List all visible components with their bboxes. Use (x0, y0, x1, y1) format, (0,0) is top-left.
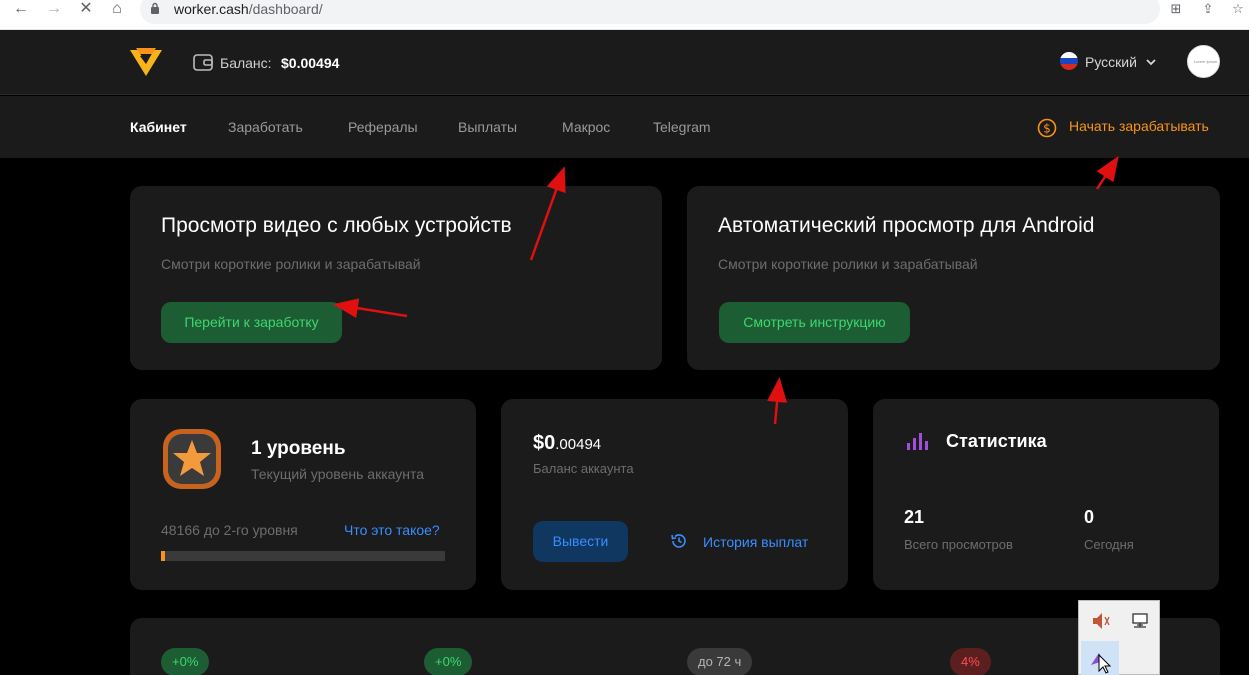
withdraw-button[interactable]: Вывести (533, 521, 628, 562)
bonus-pill-3: до 72 ч (687, 648, 753, 675)
statistics-title: Статистика (946, 431, 1047, 451)
video-watch-card: Просмотр видео с любых устройств Смотри … (130, 186, 662, 370)
start-earning-link[interactable]: Начать зарабатывать (1069, 118, 1209, 134)
level-title: 1 уровень (251, 438, 346, 459)
home-icon[interactable]: ⌂ (108, 0, 126, 18)
browser-chrome: ← → ✕ ⌂ worker.cash/dashboard/ ⊞ ⇪ ☆ (0, 0, 1249, 30)
payout-history-link[interactable]: История выплат (703, 534, 808, 550)
bonus-pill-2: +0% (424, 648, 473, 675)
today-views-value: 0 (1084, 507, 1095, 527)
today-views-label: Сегодня (1084, 537, 1134, 552)
url-text[interactable]: worker.cash/dashboard/ (174, 1, 323, 17)
bookmark-icon[interactable]: ☆ (1229, 0, 1247, 18)
nav-item-referrals[interactable]: Рефералы (348, 119, 418, 135)
nav-item-payouts[interactable]: Выплаты (458, 119, 517, 135)
android-auto-card: Автоматический просмотр для Android Смот… (687, 186, 1220, 370)
speaker-icon[interactable] (1081, 604, 1119, 638)
account-balance-amount: $0.00494 (533, 432, 602, 454)
bonus-card: +0% +0% до 72 ч 4% (130, 618, 1220, 675)
bar-chart-icon (907, 433, 928, 450)
history-icon[interactable] (670, 532, 688, 550)
avatar[interactable]: Lorem Ipsum (1187, 45, 1220, 78)
level-progress-bar (161, 551, 445, 561)
system-tray-popup (1078, 600, 1160, 675)
nav-item-cabinet[interactable]: Кабинет (130, 119, 187, 135)
nav-item-macros[interactable]: Макрос (562, 119, 610, 135)
russia-flag-icon[interactable] (1060, 52, 1078, 70)
dollar-coin-icon[interactable]: $ (1037, 118, 1057, 138)
total-views-label: Всего просмотров (904, 537, 1013, 552)
nav-item-earn[interactable]: Заработать (228, 119, 303, 135)
balance-card: $0.00494 Баланс аккаунта Вывести История… (501, 399, 848, 590)
language-selector[interactable]: Русский (1085, 54, 1137, 70)
level-progress-fill (161, 551, 166, 561)
level-progress-label: 48166 до 2-го уровня (161, 522, 298, 538)
bonus-pill-1: +0% (161, 648, 210, 675)
app-tray-icon[interactable] (1081, 641, 1119, 675)
balance-value: $0.00494 (281, 55, 340, 71)
bonus-pill-4: 4% (950, 648, 991, 675)
site-header: Баланс: $0.00494 Русский Lorem Ipsum (0, 30, 1249, 95)
arrow-to-start-earning (1095, 155, 1119, 190)
account-balance-label: Баланс аккаунта (533, 461, 634, 476)
network-icon[interactable] (1121, 604, 1159, 638)
chevron-down-icon[interactable] (1145, 56, 1157, 68)
total-views-value: 21 (904, 507, 925, 527)
main-navigation: Кабинет Заработать Рефералы Выплаты Макр… (0, 96, 1249, 158)
statistics-card: Статистика 21 Всего просмотров 0 Сегодня (873, 399, 1219, 590)
go-to-earning-button[interactable]: Перейти к заработку (161, 302, 342, 343)
lock-icon (151, 2, 159, 14)
avatar-caption: Lorem Ipsum (1194, 59, 1218, 64)
nav-item-telegram[interactable]: Telegram (653, 119, 711, 135)
star-badge-icon (163, 429, 221, 489)
level-subtitle: Текущий уровень аккаунта (251, 466, 425, 482)
svg-text:$: $ (1043, 122, 1051, 136)
android-card-subtitle: Смотри короткие ролики и зарабатывай (718, 256, 978, 272)
stop-icon[interactable]: ✕ (77, 0, 95, 18)
watch-instruction-button[interactable]: Смотреть инструкцию (719, 302, 910, 343)
translate-icon[interactable]: ⊞ (1167, 0, 1185, 18)
what-is-this-link[interactable]: Что это такое? (344, 522, 440, 538)
video-card-subtitle: Смотри короткие ролики и зарабатывай (161, 256, 421, 272)
video-card-title: Просмотр видео с любых устройств (161, 214, 512, 237)
forward-icon[interactable]: → (45, 0, 63, 18)
share-icon[interactable]: ⇪ (1199, 0, 1217, 18)
back-icon[interactable]: ← (12, 0, 30, 18)
balance-label: Баланс: (220, 55, 272, 71)
android-card-title: Автоматический просмотр для Android (718, 214, 1095, 237)
level-card: 1 уровень Текущий уровень аккаунта 48166… (130, 399, 476, 590)
worker-logo-icon[interactable] (130, 48, 162, 76)
wallet-icon (193, 54, 213, 71)
